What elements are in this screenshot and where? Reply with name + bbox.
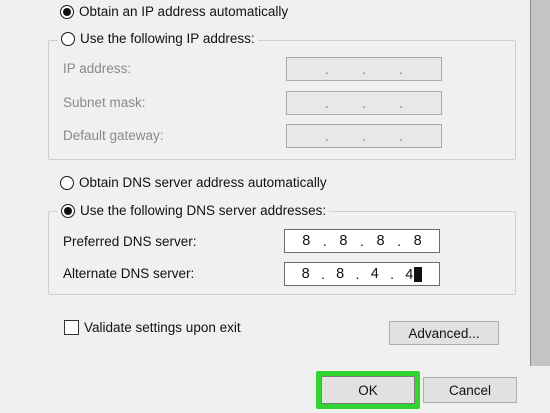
text-cursor-icon (414, 267, 423, 283)
radio-obtain-ip-auto[interactable]: Obtain an IP address automatically (60, 4, 288, 19)
radio-use-following-ip[interactable]: Use the following IP address: (58, 31, 258, 46)
cancel-button[interactable]: Cancel (423, 377, 517, 403)
default-gateway-input[interactable]: ... (286, 124, 442, 148)
ipv4-properties-dialog: Obtain an IP address automatically Use t… (0, 0, 531, 367)
radio-use-following-ip-label: Use the following IP address: (80, 31, 255, 46)
subnet-mask-input[interactable]: ... (286, 91, 442, 115)
dns-server-group (48, 211, 516, 295)
radio-selected-icon (60, 4, 74, 19)
ip-address-input[interactable]: ... (286, 57, 442, 81)
validate-settings-checkbox[interactable]: Validate settings upon exit (64, 320, 241, 335)
advanced-button[interactable]: Advanced... (389, 321, 499, 345)
radio-obtain-dns-auto[interactable]: Obtain DNS server address automatically (60, 175, 327, 190)
ok-button[interactable]: OK (321, 376, 415, 404)
radio-obtain-dns-auto-label: Obtain DNS server address automatically (79, 175, 327, 190)
radio-obtain-ip-auto-label: Obtain an IP address automatically (79, 4, 289, 19)
alternate-dns-label: Alternate DNS server: (63, 266, 195, 281)
default-gateway-label: Default gateway: (63, 128, 164, 143)
validate-settings-label: Validate settings upon exit (84, 320, 241, 335)
subnet-mask-label: Subnet mask: (63, 95, 146, 110)
preferred-dns-label: Preferred DNS server: (63, 234, 197, 249)
radio-use-following-dns-label: Use the following DNS server addresses: (80, 203, 327, 218)
preferred-dns-input[interactable]: 8.8.8.8 (284, 229, 440, 253)
ip-address-label: IP address: (63, 61, 132, 76)
checkbox-icon (64, 320, 79, 335)
radio-unselected-icon (61, 31, 75, 46)
alternate-dns-input[interactable]: 8.8.4.4 (284, 262, 440, 286)
radio-unselected-icon (60, 175, 74, 190)
radio-selected-icon (61, 203, 75, 218)
radio-use-following-dns[interactable]: Use the following DNS server addresses: (58, 203, 330, 218)
